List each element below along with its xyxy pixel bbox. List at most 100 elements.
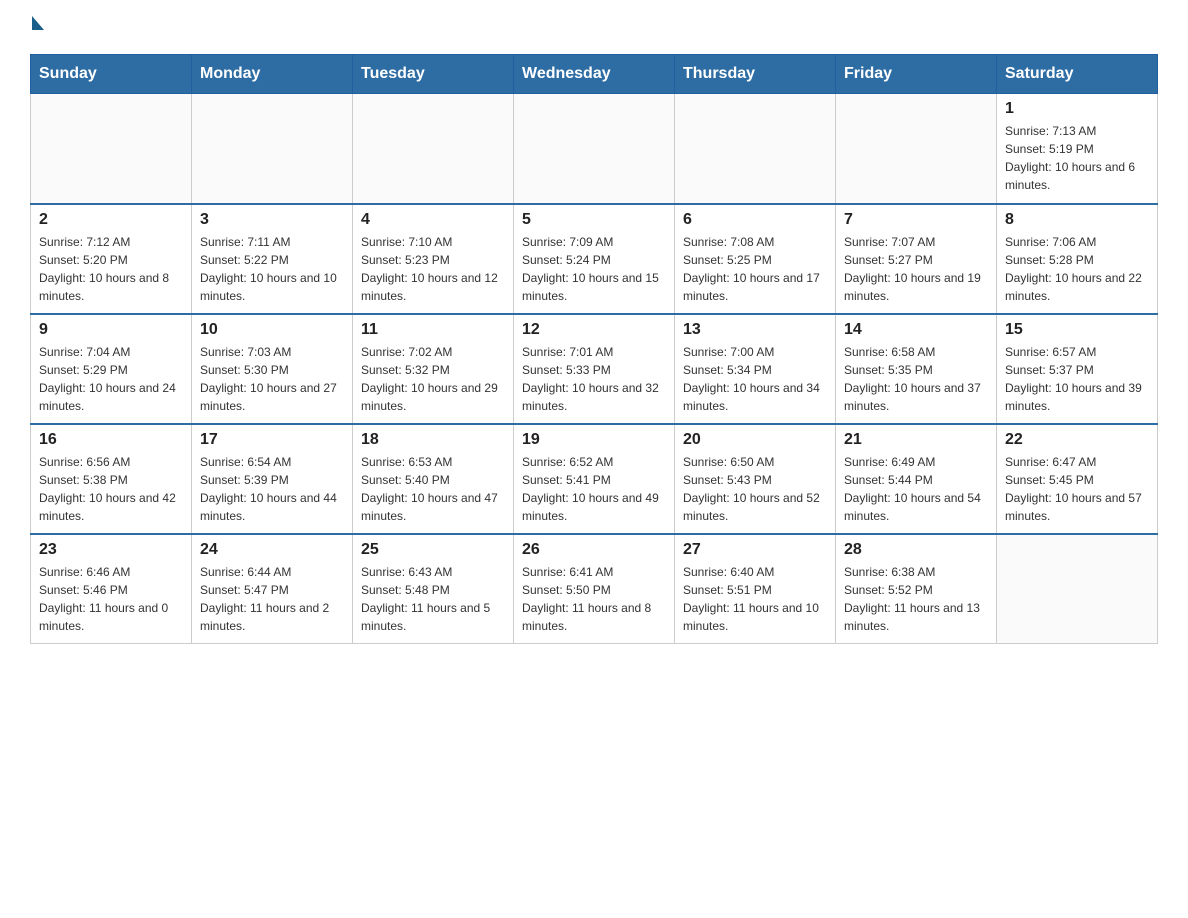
day-info: Sunrise: 6:49 AMSunset: 5:44 PMDaylight:… bbox=[844, 453, 988, 525]
column-header-sunday: Sunday bbox=[31, 55, 192, 94]
day-cell: 28 Sunrise: 6:38 AMSunset: 5:52 PMDayligh… bbox=[836, 534, 997, 644]
day-number: 18 bbox=[361, 431, 505, 449]
day-info: Sunrise: 6:40 AMSunset: 5:51 PMDaylight:… bbox=[683, 563, 827, 635]
day-cell bbox=[997, 534, 1158, 644]
day-cell: 19 Sunrise: 6:52 AMSunset: 5:41 PMDayligh… bbox=[514, 424, 675, 534]
day-number: 3 bbox=[200, 211, 344, 229]
day-info: Sunrise: 6:52 AMSunset: 5:41 PMDaylight:… bbox=[522, 453, 666, 525]
week-row-3: 9 Sunrise: 7:04 AMSunset: 5:29 PMDaylight… bbox=[31, 314, 1158, 424]
column-header-monday: Monday bbox=[192, 55, 353, 94]
day-info: Sunrise: 6:53 AMSunset: 5:40 PMDaylight:… bbox=[361, 453, 505, 525]
day-cell: 25 Sunrise: 6:43 AMSunset: 5:48 PMDayligh… bbox=[353, 534, 514, 644]
column-header-tuesday: Tuesday bbox=[353, 55, 514, 94]
day-info: Sunrise: 7:02 AMSunset: 5:32 PMDaylight:… bbox=[361, 343, 505, 415]
day-info: Sunrise: 7:06 AMSunset: 5:28 PMDaylight:… bbox=[1005, 233, 1149, 305]
week-row-2: 2 Sunrise: 7:12 AMSunset: 5:20 PMDaylight… bbox=[31, 204, 1158, 314]
logo bbox=[30, 20, 44, 34]
day-info: Sunrise: 6:58 AMSunset: 5:35 PMDaylight:… bbox=[844, 343, 988, 415]
day-number: 9 bbox=[39, 321, 183, 339]
day-number: 23 bbox=[39, 541, 183, 559]
day-info: Sunrise: 6:56 AMSunset: 5:38 PMDaylight:… bbox=[39, 453, 183, 525]
week-row-1: 1Sunrise: 7:13 AMSunset: 5:19 PMDaylight… bbox=[31, 94, 1158, 204]
column-header-friday: Friday bbox=[836, 55, 997, 94]
day-number: 8 bbox=[1005, 211, 1149, 229]
column-header-saturday: Saturday bbox=[997, 55, 1158, 94]
day-cell: 22 Sunrise: 6:47 AMSunset: 5:45 PMDayligh… bbox=[997, 424, 1158, 534]
day-number: 12 bbox=[522, 321, 666, 339]
week-row-4: 16 Sunrise: 6:56 AMSunset: 5:38 PMDayligh… bbox=[31, 424, 1158, 534]
day-info: Sunrise: 7:04 AMSunset: 5:29 PMDaylight:… bbox=[39, 343, 183, 415]
day-cell bbox=[192, 94, 353, 204]
day-info: Sunrise: 6:54 AMSunset: 5:39 PMDaylight:… bbox=[200, 453, 344, 525]
day-number: 21 bbox=[844, 431, 988, 449]
week-row-5: 23 Sunrise: 6:46 AMSunset: 5:46 PMDayligh… bbox=[31, 534, 1158, 644]
day-cell: 27Sunrise: 6:40 AMSunset: 5:51 PMDayligh… bbox=[675, 534, 836, 644]
day-number: 17 bbox=[200, 431, 344, 449]
day-cell: 23 Sunrise: 6:46 AMSunset: 5:46 PMDayligh… bbox=[31, 534, 192, 644]
day-info: Sunrise: 6:43 AMSunset: 5:48 PMDaylight:… bbox=[361, 563, 505, 635]
day-cell: 4 Sunrise: 7:10 AMSunset: 5:23 PMDaylight… bbox=[353, 204, 514, 314]
day-number: 25 bbox=[361, 541, 505, 559]
day-cell bbox=[31, 94, 192, 204]
day-number: 6 bbox=[683, 211, 827, 229]
day-cell bbox=[836, 94, 997, 204]
day-info: Sunrise: 7:03 AMSunset: 5:30 PMDaylight:… bbox=[200, 343, 344, 415]
day-info: Sunrise: 7:11 AMSunset: 5:22 PMDaylight:… bbox=[200, 233, 344, 305]
day-number: 22 bbox=[1005, 431, 1149, 449]
day-info: Sunrise: 7:07 AMSunset: 5:27 PMDaylight:… bbox=[844, 233, 988, 305]
day-info: Sunrise: 6:47 AMSunset: 5:45 PMDaylight:… bbox=[1005, 453, 1149, 525]
day-info: Sunrise: 6:50 AMSunset: 5:43 PMDaylight:… bbox=[683, 453, 827, 525]
day-cell: 10 Sunrise: 7:03 AMSunset: 5:30 PMDayligh… bbox=[192, 314, 353, 424]
day-cell: 2 Sunrise: 7:12 AMSunset: 5:20 PMDaylight… bbox=[31, 204, 192, 314]
day-number: 16 bbox=[39, 431, 183, 449]
day-info: Sunrise: 6:57 AMSunset: 5:37 PMDaylight:… bbox=[1005, 343, 1149, 415]
day-cell: 21 Sunrise: 6:49 AMSunset: 5:44 PMDayligh… bbox=[836, 424, 997, 534]
day-info: Sunrise: 6:46 AMSunset: 5:46 PMDaylight:… bbox=[39, 563, 183, 635]
day-number: 13 bbox=[683, 321, 827, 339]
day-number: 28 bbox=[844, 541, 988, 559]
day-info: Sunrise: 7:01 AMSunset: 5:33 PMDaylight:… bbox=[522, 343, 666, 415]
day-number: 20 bbox=[683, 431, 827, 449]
column-header-thursday: Thursday bbox=[675, 55, 836, 94]
day-number: 7 bbox=[844, 211, 988, 229]
day-info: Sunrise: 6:44 AMSunset: 5:47 PMDaylight:… bbox=[200, 563, 344, 635]
day-cell: 14 Sunrise: 6:58 AMSunset: 5:35 PMDayligh… bbox=[836, 314, 997, 424]
day-cell: 7 Sunrise: 7:07 AMSunset: 5:27 PMDaylight… bbox=[836, 204, 997, 314]
day-number: 19 bbox=[522, 431, 666, 449]
day-cell bbox=[353, 94, 514, 204]
day-number: 10 bbox=[200, 321, 344, 339]
day-info: Sunrise: 6:41 AMSunset: 5:50 PMDaylight:… bbox=[522, 563, 666, 635]
day-info: Sunrise: 7:00 AMSunset: 5:34 PMDaylight:… bbox=[683, 343, 827, 415]
day-cell: 11 Sunrise: 7:02 AMSunset: 5:32 PMDayligh… bbox=[353, 314, 514, 424]
day-cell: 9 Sunrise: 7:04 AMSunset: 5:29 PMDaylight… bbox=[31, 314, 192, 424]
day-cell: 8 Sunrise: 7:06 AMSunset: 5:28 PMDaylight… bbox=[997, 204, 1158, 314]
day-cell bbox=[514, 94, 675, 204]
day-cell: 5 Sunrise: 7:09 AMSunset: 5:24 PMDaylight… bbox=[514, 204, 675, 314]
day-info: Sunrise: 7:08 AMSunset: 5:25 PMDaylight:… bbox=[683, 233, 827, 305]
day-cell: 17 Sunrise: 6:54 AMSunset: 5:39 PMDayligh… bbox=[192, 424, 353, 534]
day-number: 14 bbox=[844, 321, 988, 339]
day-number: 24 bbox=[200, 541, 344, 559]
day-cell: 18 Sunrise: 6:53 AMSunset: 5:40 PMDayligh… bbox=[353, 424, 514, 534]
day-cell: 12 Sunrise: 7:01 AMSunset: 5:33 PMDayligh… bbox=[514, 314, 675, 424]
day-number: 4 bbox=[361, 211, 505, 229]
day-cell: 1Sunrise: 7:13 AMSunset: 5:19 PMDaylight… bbox=[997, 94, 1158, 204]
day-cell: 6 Sunrise: 7:08 AMSunset: 5:25 PMDaylight… bbox=[675, 204, 836, 314]
day-number: 11 bbox=[361, 321, 505, 339]
day-number: 26 bbox=[522, 541, 666, 559]
day-cell: 13 Sunrise: 7:00 AMSunset: 5:34 PMDayligh… bbox=[675, 314, 836, 424]
day-number: 15 bbox=[1005, 321, 1149, 339]
day-info: Sunrise: 6:38 AMSunset: 5:52 PMDaylight:… bbox=[844, 563, 988, 635]
day-info: Sunrise: 7:12 AMSunset: 5:20 PMDaylight:… bbox=[39, 233, 183, 305]
logo-arrow-icon bbox=[32, 16, 44, 30]
day-cell: 16 Sunrise: 6:56 AMSunset: 5:38 PMDayligh… bbox=[31, 424, 192, 534]
day-cell bbox=[675, 94, 836, 204]
day-info: Sunrise: 7:09 AMSunset: 5:24 PMDaylight:… bbox=[522, 233, 666, 305]
calendar-header-row: SundayMondayTuesdayWednesdayThursdayFrid… bbox=[31, 55, 1158, 94]
day-info: Sunrise: 7:13 AMSunset: 5:19 PMDaylight:… bbox=[1005, 122, 1149, 194]
day-number: 5 bbox=[522, 211, 666, 229]
day-cell: 15 Sunrise: 6:57 AMSunset: 5:37 PMDayligh… bbox=[997, 314, 1158, 424]
day-cell: 3 Sunrise: 7:11 AMSunset: 5:22 PMDaylight… bbox=[192, 204, 353, 314]
day-number: 2 bbox=[39, 211, 183, 229]
day-info: Sunrise: 7:10 AMSunset: 5:23 PMDaylight:… bbox=[361, 233, 505, 305]
